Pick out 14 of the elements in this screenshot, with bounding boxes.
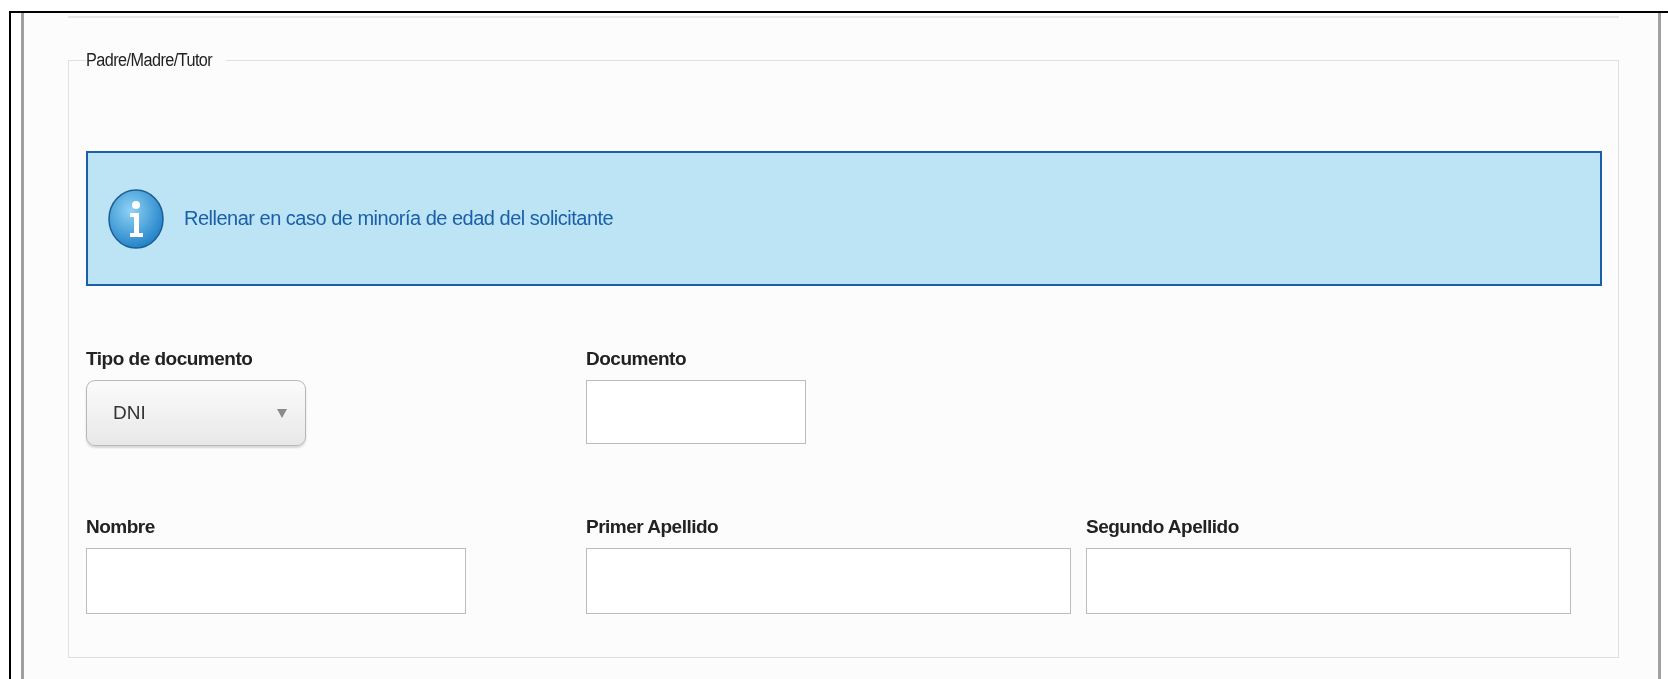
text-field[interactable] bbox=[86, 548, 466, 614]
text-field[interactable] bbox=[586, 548, 1071, 614]
field-label: Nombre bbox=[86, 516, 156, 538]
section-legend: Padre/Madre/Tutor bbox=[86, 50, 213, 71]
info-icon bbox=[108, 187, 164, 250]
document-type-select[interactable]: DNI bbox=[86, 380, 306, 446]
field-label: Segundo Apellido bbox=[1086, 516, 1240, 538]
field-label: Primer Apellido bbox=[586, 516, 720, 538]
text-field[interactable] bbox=[586, 380, 806, 444]
field-label: Tipo de documento bbox=[86, 348, 254, 370]
text-field[interactable] bbox=[1086, 548, 1571, 614]
caret-icon bbox=[277, 408, 287, 418]
info-message: Rellenar en caso de minoría de edad del solicitante bbox=[184, 207, 614, 230]
field-label: Documento bbox=[586, 348, 687, 370]
